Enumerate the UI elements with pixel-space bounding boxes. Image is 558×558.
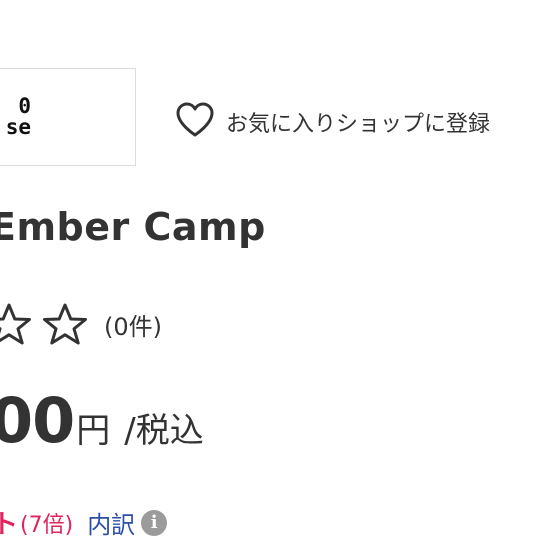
price-row: 00 円 /税込 [0, 384, 204, 457]
shop-logo[interactable]: 0 se [0, 68, 136, 166]
shop-logo-line1: 0 [18, 94, 31, 118]
tax-note: /税込 [124, 411, 204, 451]
points-multiplier: (7倍) [20, 512, 74, 538]
rating-row[interactable]: (0件) [0, 302, 162, 346]
favorite-shop-button[interactable]: お気に入りショップに登録 [174, 100, 490, 144]
points-label: ト [0, 510, 19, 540]
heart-outline-icon [174, 100, 216, 144]
product-title: Ember Camp [0, 205, 266, 249]
points-row: ト (7倍) 内訳 i [0, 504, 168, 541]
points-breakdown-link[interactable]: 内訳 [87, 505, 135, 540]
shop-logo-line2: se [5, 115, 31, 139]
star-outline-icon [0, 302, 32, 346]
favorite-shop-label: お気に入りショップに登録 [226, 112, 491, 137]
price-unit: 円 [76, 411, 111, 451]
info-icon[interactable]: i [141, 509, 168, 536]
star-outline-icon [42, 302, 88, 346]
price-value: 00 [0, 384, 75, 457]
review-count-link[interactable]: (0件) [104, 307, 162, 342]
